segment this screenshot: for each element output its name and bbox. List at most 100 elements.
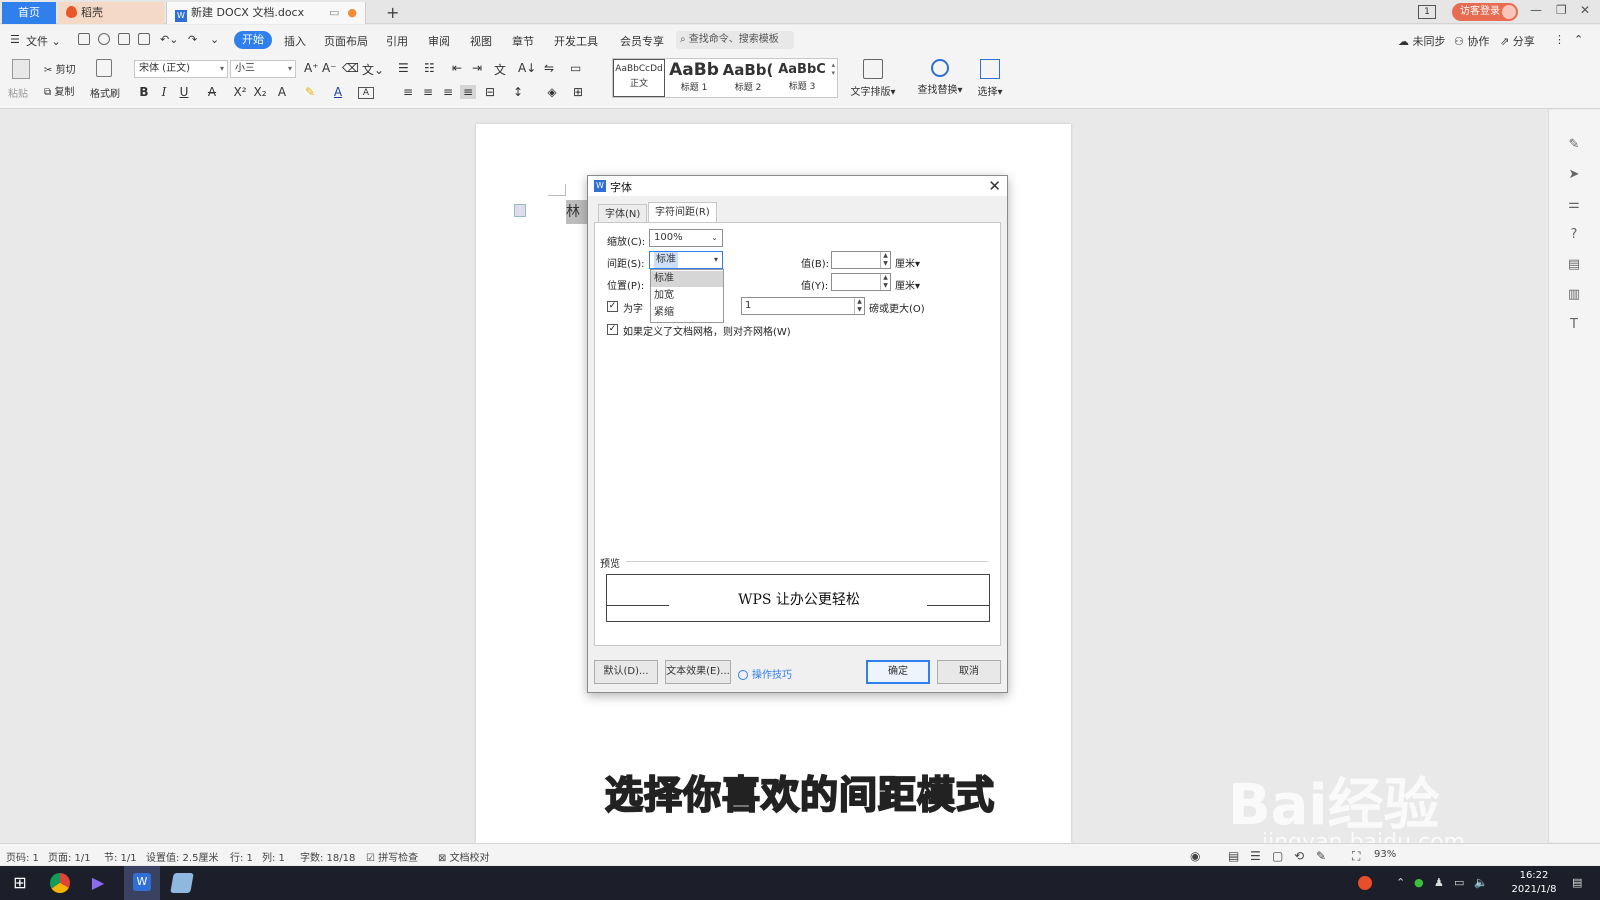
tab-pin-icon[interactable]: ▭ (329, 6, 339, 19)
doc-proof-toggle[interactable]: ⊠ 文档校对 (438, 849, 490, 864)
fit-page-icon[interactable]: ⛶ (1352, 849, 1360, 864)
redo-icon[interactable]: ↷ (188, 33, 197, 46)
taskbar-clock[interactable]: 16:22 2021/1/8 (1508, 869, 1560, 897)
menu-member[interactable]: 会员专享 (620, 33, 664, 49)
style-heading-3[interactable]: AaBbC 标题 3 (775, 59, 829, 97)
distributed-icon[interactable]: ⊟ (482, 85, 498, 99)
tab-char-spacing[interactable]: 字符间距(R) (648, 202, 717, 222)
tab-daoke[interactable]: 稻壳 (58, 2, 164, 24)
eye-protect-icon[interactable]: ◉ (1190, 849, 1200, 863)
value-b-input[interactable]: ▲ ▼ (831, 251, 891, 269)
window-count-badge[interactable]: 1 (1418, 5, 1436, 19)
minimize-icon[interactable]: — (1530, 3, 1542, 17)
kerning-input[interactable]: 1 ▲ ▼ (741, 297, 865, 315)
doc-info-icon[interactable]: ▥ (1567, 288, 1581, 302)
format-painter-icon[interactable] (96, 59, 112, 77)
outline-view-icon[interactable]: ☰ (1250, 849, 1261, 863)
edit-icon[interactable]: ✎ (1567, 138, 1581, 152)
web-view-icon[interactable]: ▢ (1272, 849, 1283, 863)
cancel-button[interactable]: 取消 (937, 660, 1001, 684)
dialog-titlebar[interactable]: W 字体 ✕ (588, 176, 1007, 196)
status-section[interactable]: 节: 1/1 (104, 849, 137, 864)
cut-button[interactable]: ✂ 剪切 (44, 61, 76, 76)
borders-icon[interactable]: ⊞ (570, 85, 586, 99)
sogou-ime-icon[interactable] (1358, 876, 1372, 890)
print-icon[interactable] (118, 33, 130, 45)
default-button[interactable]: 默认(D)... (594, 660, 658, 684)
menu-file[interactable]: 文件 ⌄ (26, 33, 61, 49)
notifications-icon[interactable]: ▤ (1572, 876, 1582, 889)
taskbar-wps-active[interactable]: W (124, 866, 160, 900)
status-pages[interactable]: 页面: 1/1 (48, 849, 91, 864)
select-button[interactable]: 选择▾ (972, 59, 1008, 98)
scale-select[interactable]: 100% ⌄ (649, 229, 723, 247)
page-view-icon[interactable]: ▤ (1228, 849, 1239, 863)
menu-review[interactable]: 审阅 (428, 33, 450, 49)
status-row[interactable]: 行: 1 (230, 849, 253, 864)
spin-arrows-icon[interactable]: ▲ ▼ (880, 274, 890, 290)
justify-icon[interactable]: ≡ (460, 85, 476, 99)
menu-start[interactable]: 开始 (234, 31, 272, 49)
unit-y-select[interactable]: 厘米▾ (895, 277, 920, 292)
collapse-ribbon-icon[interactable]: ⌃ (1574, 33, 1583, 46)
spacing-select[interactable]: 标准 ▾ (649, 251, 723, 269)
menu-references[interactable]: 引用 (386, 33, 408, 49)
superscript-icon[interactable]: X² (232, 85, 248, 99)
spin-arrows-icon[interactable]: ▲ ▼ (854, 298, 864, 314)
paragraph-handle-icon[interactable] (514, 204, 526, 217)
menu-insert[interactable]: 插入 (284, 33, 306, 49)
command-search[interactable]: ⌕ 查找命令、搜索模板 (676, 31, 794, 49)
login-button[interactable]: 访客登录 (1452, 3, 1518, 21)
share-button[interactable]: ⇗ 分享 (1500, 33, 1535, 49)
more-icon[interactable]: ⋮ (1554, 33, 1565, 46)
volume-icon[interactable]: 🔈 (1474, 876, 1488, 889)
dialog-close-icon[interactable]: ✕ (988, 177, 1001, 195)
customize-qa-icon[interactable]: ⌄ (210, 33, 219, 46)
font-color-icon[interactable]: A (330, 85, 346, 99)
zoom-level[interactable]: 93% (1374, 849, 1396, 860)
print-preview-icon[interactable] (138, 33, 150, 45)
subscript-icon[interactable]: X₂ (252, 85, 268, 99)
increase-indent-icon[interactable]: ⇥ (472, 61, 482, 75)
new-tab-button[interactable]: + (386, 2, 399, 24)
line-spacing-icon[interactable]: ↕ (510, 85, 526, 99)
align-right-icon[interactable]: ≡ (440, 85, 456, 99)
document-text-selection[interactable]: 林洁 (566, 200, 588, 224)
network-icon[interactable]: ▭ (1454, 876, 1464, 889)
status-setting[interactable]: 设置值: 2.5厘米 (146, 849, 218, 864)
help-icon[interactable]: ? (1567, 228, 1581, 242)
table-tools-icon[interactable]: ▭ (570, 61, 581, 75)
style-heading-1[interactable]: AaBb 标题 1 (667, 59, 721, 97)
export-pdf-icon[interactable] (98, 33, 110, 45)
align-left-icon[interactable]: ≡ (400, 85, 416, 99)
style-normal[interactable]: AaBbCcDd 正文 (613, 59, 665, 97)
kerning-checkbox[interactable]: ✓ (607, 301, 618, 312)
copy-button[interactable]: ⧉ 复制 (44, 83, 74, 98)
tips-link[interactable]: 操作技巧 (738, 666, 792, 681)
align-center-icon[interactable]: ≡ (420, 85, 436, 99)
italic-icon[interactable]: I (156, 85, 172, 99)
spell-check-toggle[interactable]: ☑ 拼写检查 (366, 849, 418, 864)
clear-format-icon[interactable]: ⌫ (342, 61, 359, 75)
ok-button[interactable]: 确定 (866, 660, 930, 684)
text-icon[interactable]: T (1567, 318, 1581, 332)
qq-icon[interactable]: ♟ (1434, 876, 1444, 889)
doc-settings-icon[interactable]: ▤ (1567, 258, 1581, 272)
menu-chapter[interactable]: 章节 (512, 33, 534, 49)
status-page-code[interactable]: 页码: 1 (6, 849, 39, 864)
media-player-icon[interactable]: ▶ (88, 873, 108, 893)
bold-icon[interactable]: B (136, 85, 152, 99)
numbered-list-icon[interactable]: ☷ (424, 61, 435, 75)
menu-developer[interactable]: 开发工具 (554, 33, 598, 49)
underline-icon[interactable]: U (176, 85, 192, 99)
tray-expand-icon[interactable]: ⌃ (1396, 876, 1405, 889)
font-name-select[interactable]: 宋体 (正文) ▾ (134, 60, 228, 78)
highlight-icon[interactable]: ✎ (302, 85, 318, 99)
bullet-list-icon[interactable]: ☰ (398, 61, 409, 75)
chinese-layout-icon[interactable]: 文 (494, 61, 506, 78)
restore-icon[interactable]: ❐ (1556, 3, 1567, 17)
grow-font-icon[interactable]: A⁺ (304, 61, 319, 75)
write-view-icon[interactable]: ✎ (1316, 849, 1326, 863)
sort-icon[interactable]: A↓ (518, 61, 536, 75)
notepad-icon[interactable] (170, 873, 194, 893)
